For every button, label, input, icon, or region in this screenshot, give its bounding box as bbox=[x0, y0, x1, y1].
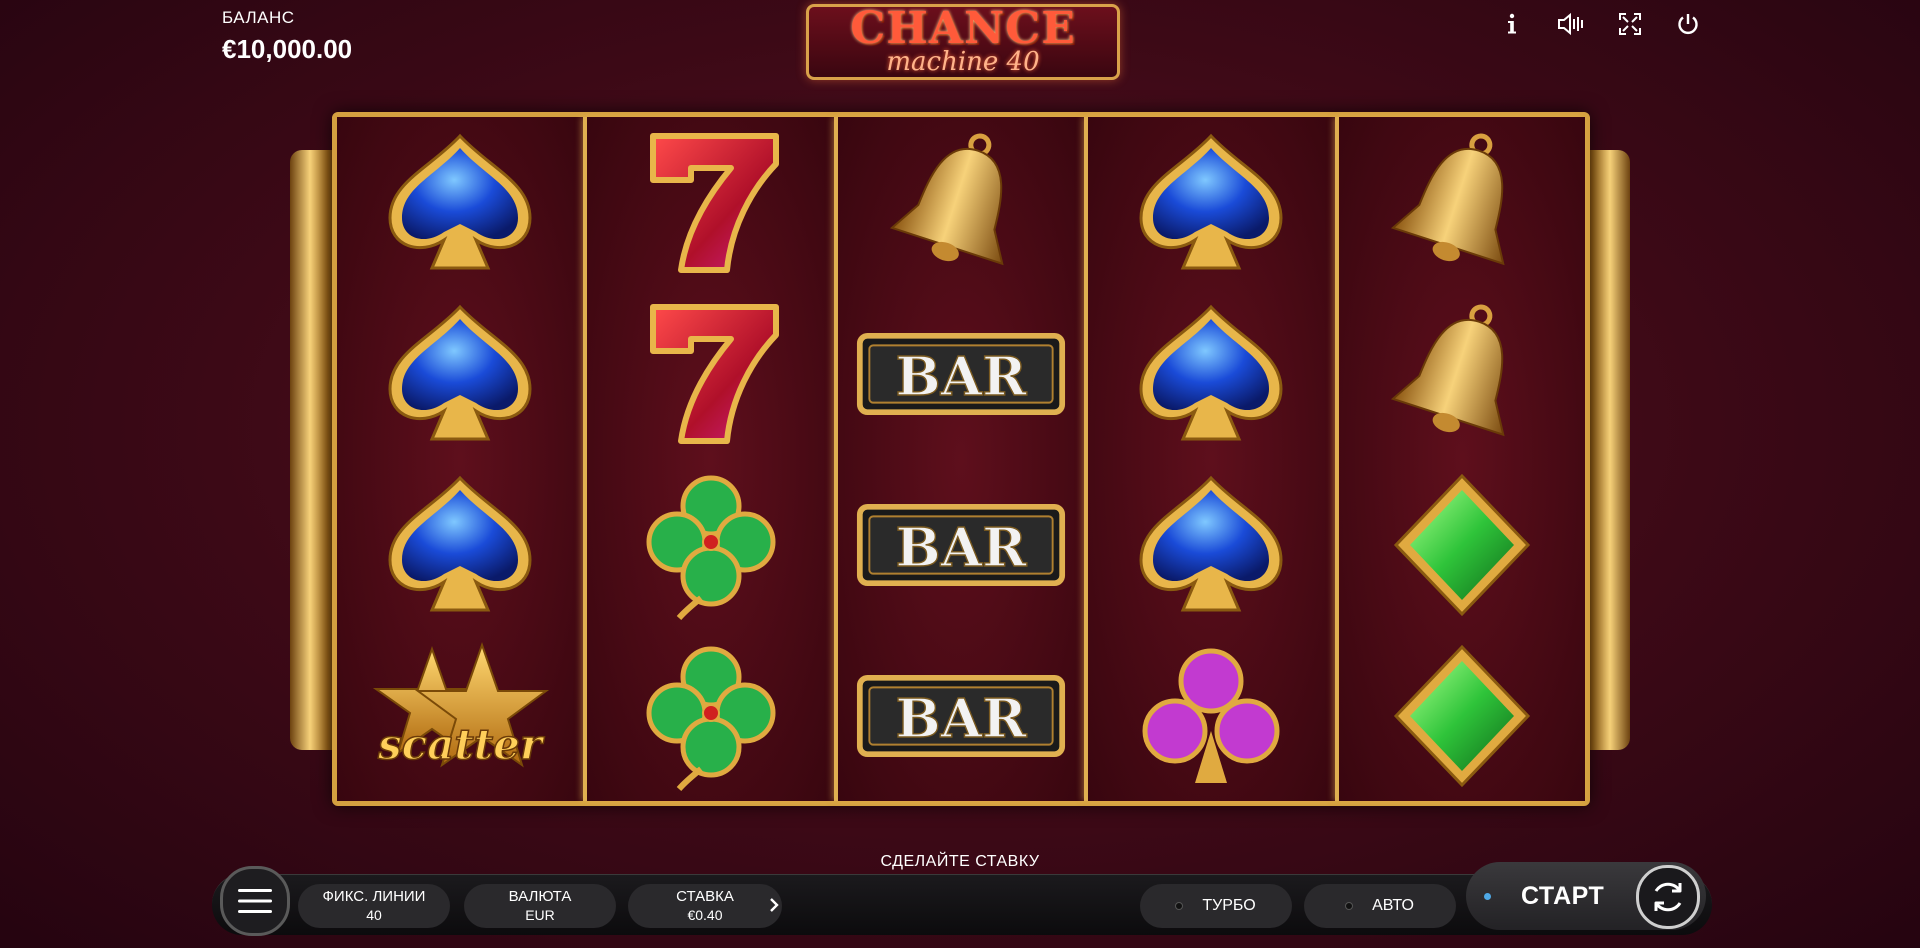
currency-label: ВАЛЮТА bbox=[508, 888, 572, 905]
bet-selector[interactable]: СТАВКА €0.40 bbox=[628, 884, 782, 928]
power-icon[interactable] bbox=[1670, 6, 1706, 42]
symbol-scatter: scatter bbox=[337, 630, 583, 801]
start-label: СТАРТ bbox=[1521, 881, 1605, 910]
svg-text:BAR: BAR bbox=[895, 687, 1027, 750]
bet-value: €0.40 bbox=[687, 907, 723, 923]
menu-button[interactable] bbox=[220, 866, 290, 936]
balance-value: €10,000.00 bbox=[222, 34, 353, 64]
currency-value: EUR bbox=[525, 907, 555, 923]
symbol-bell bbox=[1339, 288, 1585, 459]
symbol-clover bbox=[587, 630, 833, 801]
spin-icon[interactable] bbox=[1636, 865, 1700, 929]
symbol-diamond bbox=[1339, 459, 1585, 630]
auto-indicator bbox=[1346, 903, 1353, 909]
fullscreen-icon[interactable] bbox=[1612, 6, 1648, 42]
symbol-spade bbox=[337, 288, 583, 459]
symbol-seven bbox=[587, 117, 833, 288]
symbol-spade bbox=[1088, 459, 1334, 630]
balance-display: БАЛАНС €10,000.00 bbox=[222, 8, 352, 65]
auto-label: АВТО bbox=[1372, 897, 1414, 914]
symbol-bar: BAR bbox=[838, 630, 1084, 801]
symbol-bell bbox=[1339, 117, 1585, 288]
symbol-spade bbox=[1088, 288, 1334, 459]
info-icon[interactable] bbox=[1494, 6, 1530, 42]
symbol-spade bbox=[1088, 117, 1334, 288]
currency-display: ВАЛЮТА EUR bbox=[464, 884, 616, 928]
reel-1: scatter bbox=[337, 117, 584, 801]
svg-text:scatter: scatter bbox=[377, 720, 545, 769]
reel-5 bbox=[1334, 117, 1586, 801]
logo-subtitle: machine 40 bbox=[886, 47, 1040, 77]
lines-value: 40 bbox=[366, 907, 382, 923]
symbol-clover bbox=[587, 459, 833, 630]
bet-label: СТАВКА bbox=[676, 888, 734, 905]
chevron-right-icon[interactable] bbox=[768, 896, 780, 919]
logo-title: CHANCE bbox=[850, 3, 1076, 54]
svg-text:BAR: BAR bbox=[895, 516, 1027, 579]
symbol-diamond bbox=[1339, 630, 1585, 801]
symbol-bell bbox=[838, 117, 1084, 288]
reels-area: scatter BAR BAR BAR bbox=[332, 112, 1590, 806]
balance-label: БАЛАНС bbox=[222, 8, 295, 27]
svg-text:BAR: BAR bbox=[895, 345, 1027, 408]
symbol-bar: BAR bbox=[838, 459, 1084, 630]
lines-label: ФИКС. ЛИНИИ bbox=[322, 888, 426, 905]
reel-3: BAR BAR BAR bbox=[833, 117, 1085, 801]
symbol-seven bbox=[587, 288, 833, 459]
auto-toggle[interactable]: АВТО bbox=[1304, 884, 1456, 928]
start-button[interactable]: СТАРТ bbox=[1466, 862, 1706, 930]
symbol-club bbox=[1088, 630, 1334, 801]
start-indicator bbox=[1484, 892, 1491, 900]
symbol-spade bbox=[337, 459, 583, 630]
reel-2 bbox=[583, 117, 834, 801]
hamburger-icon bbox=[238, 889, 272, 913]
turbo-indicator bbox=[1176, 903, 1183, 909]
game-logo: CHANCE machine 40 bbox=[806, 4, 1120, 80]
reel-4 bbox=[1084, 117, 1335, 801]
symbol-spade bbox=[337, 117, 583, 288]
fixed-lines-display: ФИКС. ЛИНИИ 40 bbox=[298, 884, 450, 928]
turbo-label: ТУРБО bbox=[1202, 897, 1256, 914]
turbo-toggle[interactable]: ТУРБО bbox=[1140, 884, 1292, 928]
sound-icon[interactable] bbox=[1552, 6, 1588, 42]
symbol-bar: BAR bbox=[838, 288, 1084, 459]
